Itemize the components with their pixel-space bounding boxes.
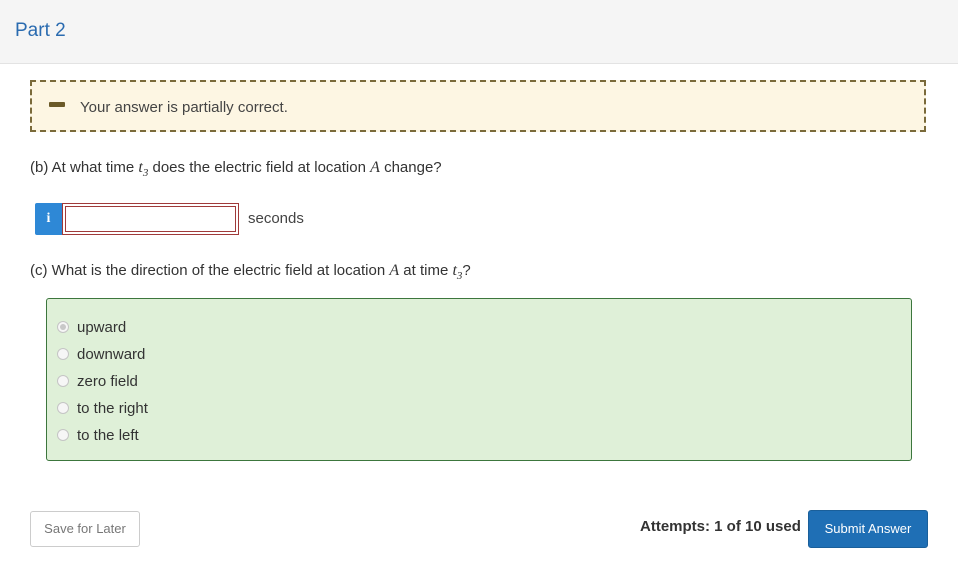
question-c-end: ? <box>462 262 471 279</box>
attempts-counter: Attempts: 1 of 10 used <box>640 518 801 535</box>
choice-label: zero field <box>77 372 138 390</box>
part-title: Part 2 <box>15 20 66 41</box>
location-label: A <box>370 159 380 176</box>
feedback-banner: Your answer is partially correct. <box>30 80 926 132</box>
choice-to-the-left[interactable]: to the left <box>57 425 139 445</box>
choice-to-the-right[interactable]: to the right <box>57 398 148 418</box>
part-header: Part 2 <box>0 0 958 64</box>
minus-icon <box>49 102 65 107</box>
submit-answer-button[interactable]: Submit Answer <box>808 510 928 548</box>
info-icon[interactable]: i <box>35 203 62 235</box>
units-label: seconds <box>248 210 304 227</box>
radio-button[interactable] <box>57 321 69 333</box>
question-c-middle: at time <box>399 262 453 279</box>
answer-input-field[interactable] <box>65 206 236 232</box>
feedback-message: Your answer is partially correct. <box>80 99 288 116</box>
choice-label: upward <box>77 318 127 336</box>
question-c-prefix: (c) What is the direction of the electri… <box>30 262 390 279</box>
radio-button[interactable] <box>57 348 69 360</box>
time-variable: t3 <box>138 159 149 180</box>
choice-group: upward downward zero field to the right … <box>46 298 912 461</box>
radio-button[interactable] <box>57 375 69 387</box>
question-b-end: change? <box>379 159 442 176</box>
choice-upward[interactable]: upward <box>57 317 126 337</box>
choice-zero-field[interactable]: zero field <box>57 371 138 391</box>
location-label: A <box>389 262 400 279</box>
save-for-later-button[interactable]: Save for Later <box>30 511 140 547</box>
choice-label: to the right <box>77 399 148 417</box>
question-b-prefix: (b) At what time <box>30 159 139 176</box>
radio-button[interactable] <box>57 429 69 441</box>
question-c: (c) What is the direction of the electri… <box>30 262 471 282</box>
question-b-suffix: does the electric field at location <box>148 159 371 176</box>
radio-button[interactable] <box>57 402 69 414</box>
choice-label: downward <box>77 345 146 363</box>
choice-downward[interactable]: downward <box>57 344 145 364</box>
choice-label: to the left <box>77 426 139 444</box>
time-variable: t3 <box>452 262 463 283</box>
question-b: (b) At what time t3 does the electric fi… <box>30 159 442 179</box>
answer-input[interactable] <box>62 203 239 235</box>
